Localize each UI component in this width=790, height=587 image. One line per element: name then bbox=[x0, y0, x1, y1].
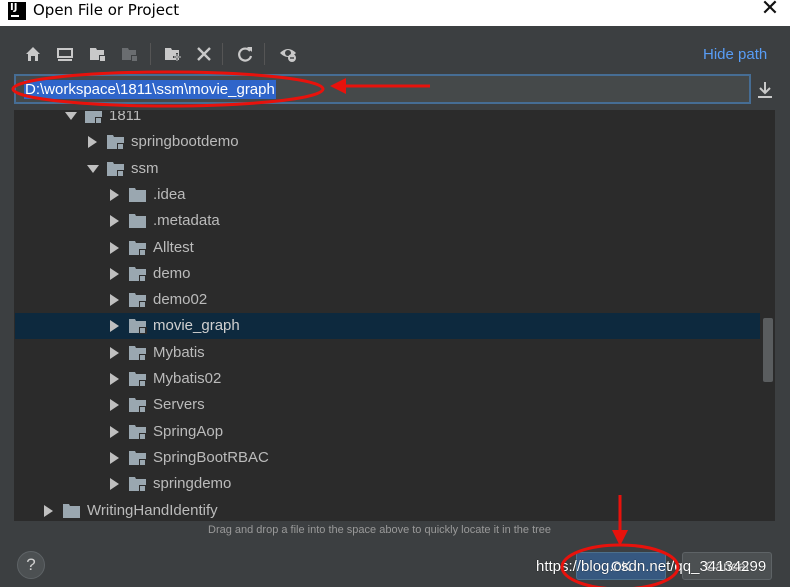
tree-row[interactable]: Servers bbox=[15, 392, 760, 418]
collapsed-arrow-icon[interactable] bbox=[109, 294, 119, 307]
collapsed-arrow-icon[interactable] bbox=[109, 373, 119, 385]
tree-item-label: .metadata bbox=[153, 212, 220, 230]
desktop-icon[interactable] bbox=[56, 45, 74, 63]
collapsed-arrow-icon[interactable] bbox=[109, 241, 119, 254]
tree-item-label: demo02 bbox=[153, 291, 208, 309]
folder-icon bbox=[129, 371, 147, 387]
new-folder-icon[interactable] bbox=[164, 45, 182, 63]
folder-icon bbox=[129, 187, 147, 203]
window-title: Open File or Project bbox=[33, 1, 180, 19]
tree-item-label: SpringAop bbox=[153, 422, 224, 440]
tree-item-label: WritingHandIdentify bbox=[87, 501, 218, 519]
refresh-icon[interactable] bbox=[236, 45, 254, 63]
expanded-arrow-icon[interactable] bbox=[65, 111, 77, 122]
tree-row[interactable]: .metadata bbox=[15, 208, 760, 234]
watermark: https://blog.csdn.net/qq_34134299 bbox=[536, 558, 767, 575]
project-folder-icon[interactable] bbox=[89, 45, 107, 63]
ok-arrow-head bbox=[612, 530, 628, 546]
path-input[interactable]: D:\workspace\1811\ssm\movie_graph bbox=[24, 80, 276, 99]
toolbar-separator bbox=[264, 43, 265, 65]
folder-icon bbox=[129, 213, 147, 229]
toolbar-separator bbox=[150, 43, 151, 65]
tree-row[interactable]: WritingHandIdentify bbox=[15, 498, 760, 521]
tree-row[interactable]: Mybatis02 bbox=[15, 366, 760, 392]
tree-item-label: Mybatis bbox=[153, 343, 205, 361]
folder-icon bbox=[129, 424, 147, 440]
collapsed-arrow-icon[interactable] bbox=[109, 399, 119, 412]
tree-row[interactable]: springbootdemo bbox=[15, 129, 760, 155]
show-hidden-icon[interactable] bbox=[279, 45, 297, 63]
tree-item-label: springbootdemo bbox=[131, 133, 239, 151]
path-field[interactable]: D:\workspace\1811\ssm\movie_graph bbox=[14, 74, 751, 104]
tree-item-label: 1811 bbox=[109, 110, 142, 124]
tree-item-label: .idea bbox=[153, 185, 186, 203]
close-icon[interactable]: ✕ bbox=[760, 0, 780, 20]
home-icon[interactable] bbox=[24, 45, 42, 63]
collapsed-arrow-icon[interactable] bbox=[109, 425, 119, 438]
tree-row[interactable]: .idea bbox=[15, 182, 760, 208]
collapsed-arrow-icon[interactable] bbox=[109, 215, 119, 228]
folder-icon bbox=[85, 111, 103, 124]
folder-icon bbox=[107, 161, 125, 177]
folder-icon bbox=[129, 476, 147, 493]
tree-item-label: Servers bbox=[153, 396, 205, 414]
tree-item-label: demo bbox=[153, 264, 191, 282]
folder-icon bbox=[129, 397, 147, 414]
delete-icon[interactable] bbox=[195, 45, 213, 63]
tree-row[interactable]: demo02 bbox=[15, 287, 760, 313]
collapsed-arrow-icon[interactable] bbox=[43, 504, 53, 517]
tree-row[interactable]: SpringBootRBAC bbox=[15, 445, 760, 471]
download-icon[interactable] bbox=[756, 80, 774, 100]
title-bar: IJ Open File or Project ✕ bbox=[0, 0, 790, 26]
collapsed-arrow-icon[interactable] bbox=[109, 320, 119, 333]
expanded-arrow-icon[interactable] bbox=[87, 163, 99, 175]
tree-row[interactable]: Mybatis bbox=[15, 340, 760, 366]
intellij-app-icon: IJ bbox=[8, 2, 26, 20]
collapsed-arrow-icon[interactable] bbox=[109, 478, 119, 491]
help-button[interactable]: ? bbox=[17, 551, 45, 579]
tree-row[interactable]: ssm bbox=[15, 156, 760, 182]
tree-item-label: SpringBootRBAC bbox=[153, 448, 269, 466]
tree-item-label: ssm bbox=[131, 159, 159, 177]
module-folder-icon bbox=[121, 45, 139, 63]
folder-icon bbox=[129, 292, 147, 309]
collapsed-arrow-icon[interactable] bbox=[109, 346, 119, 359]
toolbar: Hide path bbox=[0, 26, 790, 72]
tree-row[interactable]: Alltest bbox=[15, 235, 760, 261]
hide-path-link[interactable]: Hide path bbox=[703, 46, 767, 63]
collapsed-arrow-icon[interactable] bbox=[109, 451, 119, 464]
folder-icon bbox=[129, 266, 147, 282]
folder-icon bbox=[129, 450, 147, 466]
folder-icon bbox=[107, 134, 125, 151]
tree-row[interactable]: demo bbox=[15, 261, 760, 287]
folder-icon bbox=[129, 318, 147, 335]
tree-item-label: movie_graph bbox=[153, 317, 240, 335]
file-tree[interactable]: 1811 springbootdemo ssm .idea .metadata Allte… bbox=[14, 110, 775, 521]
tree-item-label: springdemo bbox=[153, 475, 232, 493]
tree-item-label: Alltest bbox=[153, 238, 194, 256]
folder-icon bbox=[129, 345, 147, 361]
tree-item-label: Mybatis02 bbox=[153, 370, 222, 387]
tree-scrollbar[interactable] bbox=[763, 318, 773, 382]
tree-row[interactable]: movie_graph bbox=[15, 313, 760, 340]
folder-icon bbox=[129, 240, 147, 256]
folder-icon bbox=[63, 503, 81, 519]
tree-row[interactable]: SpringAop bbox=[15, 419, 760, 445]
collapsed-arrow-icon[interactable] bbox=[109, 188, 119, 201]
collapsed-arrow-icon[interactable] bbox=[87, 136, 97, 149]
tree-row[interactable]: springdemo bbox=[15, 471, 760, 497]
tree-row[interactable]: 1811 bbox=[15, 110, 760, 129]
collapsed-arrow-icon[interactable] bbox=[109, 267, 119, 280]
toolbar-separator bbox=[222, 43, 223, 65]
